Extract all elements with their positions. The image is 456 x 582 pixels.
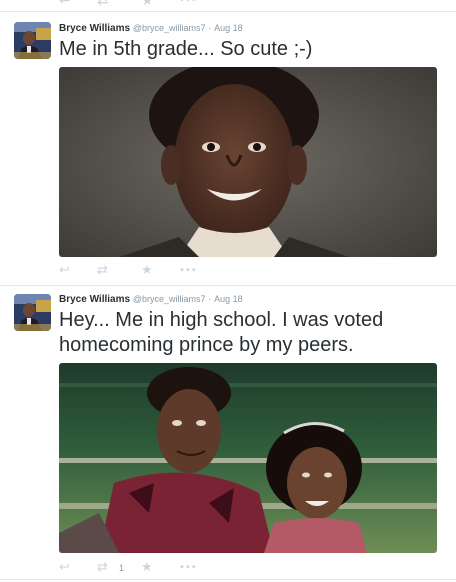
more-icon[interactable]: ••• bbox=[179, 559, 197, 577]
avatar[interactable] bbox=[14, 22, 51, 59]
timestamp[interactable]: Aug 18 bbox=[214, 23, 243, 33]
separator: · bbox=[208, 23, 212, 33]
separator: · bbox=[208, 294, 212, 304]
retweet-icon[interactable]: ⇄ bbox=[97, 559, 108, 577]
tweet-photo[interactable] bbox=[59, 67, 437, 257]
user-handle[interactable]: @bryce_williams7 bbox=[133, 294, 206, 304]
timestamp[interactable]: Aug 18 bbox=[214, 294, 243, 304]
tweet[interactable]: Bryce Williams @bryce_williams7 · Aug 18… bbox=[0, 13, 456, 286]
star-icon[interactable]: ★ bbox=[141, 262, 153, 280]
tweet-text: Me in 5th grade... So cute ;-) bbox=[59, 38, 313, 60]
retweet-count: 1 bbox=[119, 563, 125, 573]
tweet-actions: ↩ ⇄ ★ ••• bbox=[59, 262, 239, 280]
tweet-photo[interactable] bbox=[59, 363, 437, 553]
tweet-header: Bryce Williams @bryce_williams7 · Aug 18 bbox=[59, 23, 243, 34]
user-name[interactable]: Bryce Williams bbox=[59, 23, 130, 34]
more-icon[interactable]: ••• bbox=[179, 0, 197, 10]
reply-icon[interactable]: ↩ bbox=[59, 262, 70, 280]
reply-icon[interactable]: ↩ bbox=[59, 0, 71, 10]
user-name[interactable]: Bryce Williams bbox=[59, 294, 130, 305]
more-icon[interactable]: ••• bbox=[179, 262, 197, 280]
user-handle[interactable]: @bryce_williams7 bbox=[133, 23, 206, 33]
retweet-icon[interactable]: ⇄ bbox=[97, 262, 108, 280]
retweet-icon[interactable]: ⇄ bbox=[97, 0, 109, 10]
previous-tweet-actions: ↩ ⇄ ★ ••• bbox=[0, 0, 456, 12]
tweet-actions: ↩ ⇄ 1 ★ ••• bbox=[59, 559, 239, 577]
avatar[interactable] bbox=[14, 294, 51, 331]
star-icon[interactable]: ★ bbox=[141, 559, 153, 577]
tweet[interactable]: Bryce Williams @bryce_williams7 · Aug 18… bbox=[0, 287, 456, 580]
reply-icon[interactable]: ↩ bbox=[59, 559, 70, 577]
tweet-header: Bryce Williams @bryce_williams7 · Aug 18 bbox=[59, 294, 243, 305]
star-icon[interactable]: ★ bbox=[141, 0, 154, 10]
tweet-text: Hey... Me in high school. I was voted ho… bbox=[59, 309, 384, 356]
